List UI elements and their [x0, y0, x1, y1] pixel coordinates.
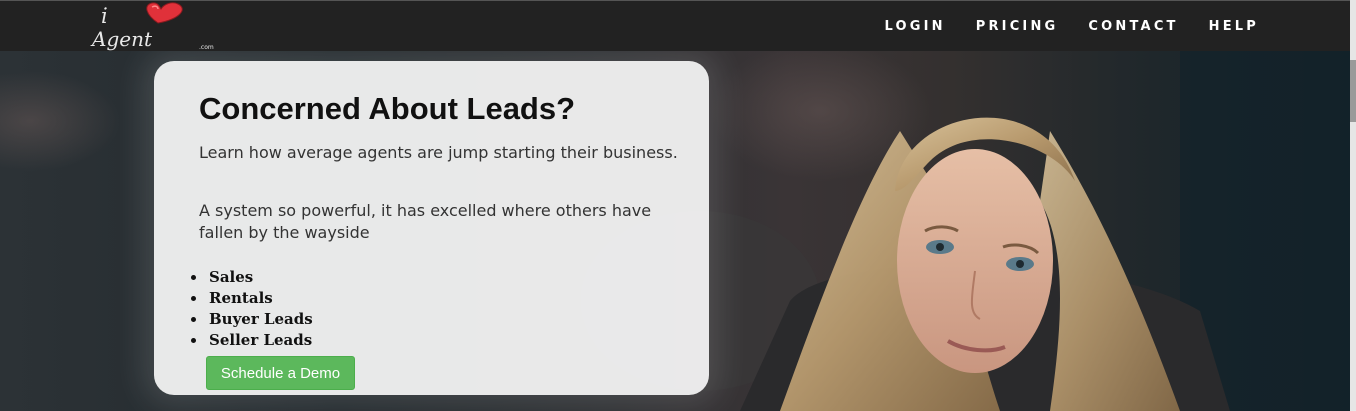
- feature-label: Buyer Leads: [209, 310, 313, 328]
- top-navbar: i Agent .com LOGIN PRICING CONTACT HELP: [0, 0, 1356, 51]
- feature-label: Seller Leads: [209, 331, 313, 349]
- list-item: Buyer Leads: [191, 309, 313, 330]
- logo-i-text: i: [101, 4, 108, 28]
- nav-pricing-link[interactable]: PRICING: [976, 19, 1059, 34]
- nav-login-link[interactable]: LOGIN: [884, 19, 945, 34]
- schedule-demo-button[interactable]: Schedule a Demo: [206, 356, 355, 390]
- logo-agent-text: Agent: [90, 27, 153, 51]
- hero-subtitle: Learn how average agents are jump starti…: [199, 143, 678, 162]
- leads-info-card: Concerned About Leads? Learn how average…: [154, 61, 709, 395]
- bullet-icon: [191, 317, 196, 322]
- logo-com-text: .com: [199, 44, 214, 51]
- page-title: Concerned About Leads?: [199, 91, 576, 126]
- features-list: Sales Rentals Buyer Leads Seller Leads: [191, 267, 313, 351]
- list-item: Sales: [191, 267, 313, 288]
- bullet-icon: [191, 338, 196, 343]
- bullet-icon: [191, 275, 196, 280]
- bullet-icon: [191, 296, 196, 301]
- nav-help-link[interactable]: HELP: [1209, 19, 1259, 34]
- scrollbar-thumb[interactable]: [1350, 60, 1356, 122]
- feature-label: Rentals: [209, 289, 273, 307]
- list-item: Seller Leads: [191, 330, 313, 351]
- main-nav: LOGIN PRICING CONTACT HELP: [854, 1, 1259, 52]
- feature-label: Sales: [209, 268, 254, 286]
- heart-logo-icon: i Agent .com: [90, 2, 214, 51]
- page-scrollbar[interactable]: [1350, 0, 1356, 411]
- list-item: Rentals: [191, 288, 313, 309]
- site-logo[interactable]: i Agent .com: [88, 1, 223, 52]
- nav-contact-link[interactable]: CONTACT: [1088, 19, 1178, 34]
- hero-description: A system so powerful, it has excelled wh…: [199, 201, 652, 242]
